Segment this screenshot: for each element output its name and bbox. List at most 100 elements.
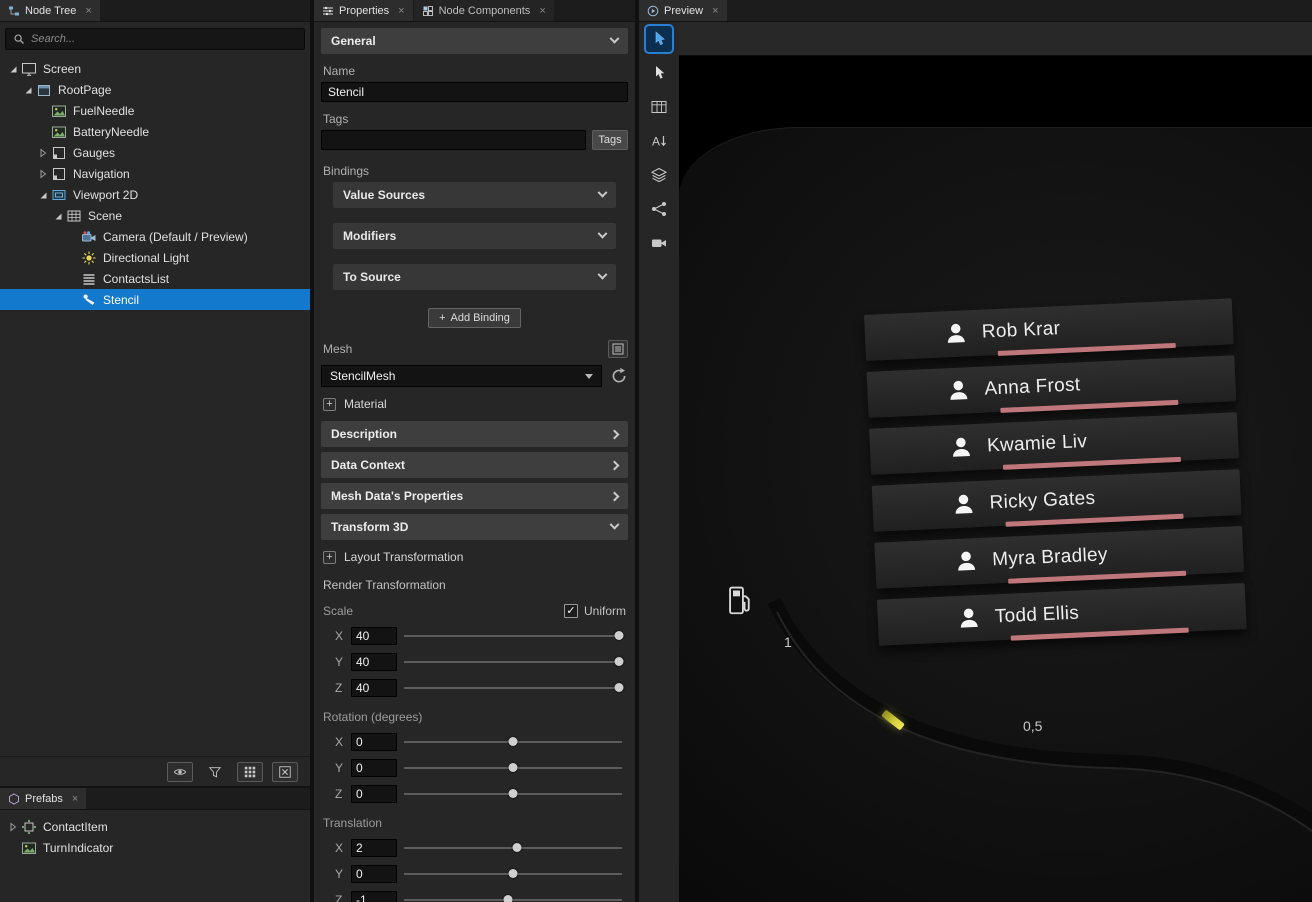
tree-item-gauges[interactable]: Gauges [0,142,310,163]
tree-item-viewport-2d[interactable]: Viewport 2D [0,184,310,205]
slider-handle[interactable] [513,843,522,852]
transform-slider[interactable] [404,653,626,671]
transform-slider[interactable] [404,679,626,697]
reset-icon[interactable] [610,367,628,385]
binding-group-modifiers[interactable]: Modifiers [333,223,616,249]
contact-item-ricky-gates[interactable]: Ricky Gates [872,469,1242,532]
mesh-dropdown[interactable]: StencilMesh [321,365,602,387]
add-binding-button[interactable]: + Add Binding [428,308,521,328]
slider-handle[interactable] [615,657,624,666]
slider-handle[interactable] [508,869,517,878]
layers-tool[interactable] [646,162,672,188]
preview-viewport[interactable]: 1 0,5 Rob KrarAnna FrostKwamie LivRicky … [679,56,1312,902]
tab-node-tree[interactable]: Node Tree × [0,0,100,21]
table-tool[interactable] [646,94,672,120]
tree-item-rootpage[interactable]: RootPage [0,79,310,100]
transform-value-input[interactable]: 40 [351,653,397,671]
tree-item-contactslist[interactable]: ContactsList [0,268,310,289]
tree-item-screen[interactable]: Screen [0,58,310,79]
slider-handle[interactable] [615,631,624,640]
node-graph-tool[interactable] [646,196,672,222]
tree-expander-icon[interactable] [6,62,19,75]
close-icon[interactable]: × [398,6,404,16]
camera-tool[interactable] [646,230,672,256]
tree-expander-icon[interactable] [51,209,64,222]
tree-item-contactitem[interactable]: ContactItem [0,816,310,837]
contact-item-myra-bradley[interactable]: Myra Bradley [874,526,1244,589]
section-transform-3d[interactable]: Transform 3D [321,514,628,540]
tree-expander-icon[interactable] [36,188,49,201]
section-general[interactable]: General [321,28,628,54]
close-icon[interactable]: × [712,6,718,16]
uniform-label: Uniform [584,604,626,618]
text-tool[interactable]: A [646,128,672,154]
pointer-tool[interactable] [646,60,672,86]
grid-clear-button[interactable] [272,762,298,782]
tab-properties[interactable]: Properties × [314,0,413,21]
transform-slider[interactable] [404,627,626,645]
section-data-context[interactable]: Data Context [321,452,628,478]
search-box[interactable] [5,28,305,50]
tree-expander-icon[interactable] [36,146,49,159]
tree-item-stencil[interactable]: Stencil [0,289,310,310]
tree-item-scene[interactable]: Scene [0,205,310,226]
tree-expander-icon[interactable] [6,820,19,833]
tree-item-navigation[interactable]: Navigation [0,163,310,184]
contact-item-todd-ellis[interactable]: Todd Ellis [877,583,1247,646]
mesh-library-icon[interactable] [608,340,628,358]
transform-value-input[interactable]: 0 [351,785,397,803]
tab-preview[interactable]: Preview × [639,0,727,21]
transform-value-input[interactable]: -1 [351,891,397,902]
contact-name: Ricky Gates [989,488,1096,515]
close-icon[interactable]: × [539,6,545,16]
transform-slider[interactable] [404,891,626,902]
tree-item-directional-light[interactable]: Directional Light [0,247,310,268]
close-icon[interactable]: × [72,794,78,804]
filter-button[interactable] [202,762,228,782]
search-input[interactable] [31,33,297,45]
tree-item-camera-default-preview[interactable]: Camera (Default / Preview) [0,226,310,247]
tab-node-components[interactable]: Node Components × [414,0,554,21]
search-icon [13,33,25,45]
close-icon[interactable]: × [85,6,91,16]
contact-item-anna-frost[interactable]: Anna Frost [867,355,1237,418]
slider-handle[interactable] [508,789,517,798]
transform-slider[interactable] [404,839,626,857]
tree-item-fuelneedle[interactable]: FuelNeedle [0,100,310,121]
transform-value-input[interactable]: 2 [351,839,397,857]
chevron-right-icon [610,460,620,470]
name-input[interactable] [321,82,628,102]
transform-value-input[interactable]: 40 [351,627,397,645]
slider-handle[interactable] [504,895,513,902]
tree-item-batteryneedle[interactable]: BatteryNeedle [0,121,310,142]
binding-group-value-sources[interactable]: Value Sources [333,182,616,208]
transform-slider[interactable] [404,785,626,803]
slider-handle[interactable] [508,763,517,772]
transform-value-input[interactable]: 0 [351,759,397,777]
tree-expander-icon[interactable] [21,83,34,96]
material-expander[interactable]: + Material [323,397,626,411]
contact-item-kwamie-liv[interactable]: Kwamie Liv [869,412,1239,475]
section-mesh-data-properties[interactable]: Mesh Data's Properties [321,483,628,509]
transform-value-input[interactable]: 40 [351,679,397,697]
grid-view-button[interactable] [237,762,263,782]
transform-slider[interactable] [404,733,626,751]
tags-input[interactable] [321,130,586,150]
axis-label: Z [335,893,344,902]
transform-value-input[interactable]: 0 [351,865,397,883]
touch-tool[interactable] [646,26,672,52]
tree-expander-icon[interactable] [36,167,49,180]
layout-transformation-expander[interactable]: + Layout Transformation [323,550,626,564]
transform-slider[interactable] [404,865,626,883]
uniform-checkbox[interactable]: ✓Uniform [564,604,626,618]
binding-group-to-source[interactable]: To Source [333,264,616,290]
transform-slider[interactable] [404,759,626,777]
transform-value-input[interactable]: 0 [351,733,397,751]
tags-button[interactable]: Tags [592,130,628,150]
tree-item-turnindicator[interactable]: TurnIndicator [0,837,310,858]
slider-handle[interactable] [615,683,624,692]
slider-handle[interactable] [508,737,517,746]
section-description[interactable]: Description [321,421,628,447]
visibility-toggle-button[interactable] [167,762,193,782]
tab-prefabs[interactable]: Prefabs × [0,788,86,809]
